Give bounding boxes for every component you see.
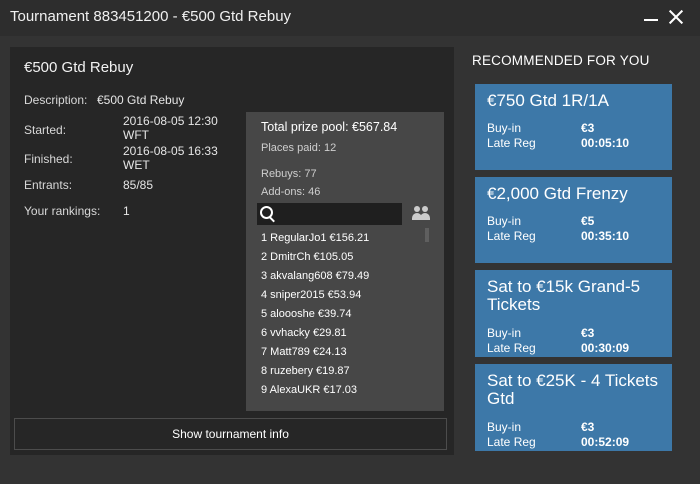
card-title: €2,000 Gtd Frenzy [487,184,628,203]
late-reg-value: 00:52:09 [581,435,630,449]
entrants-value: 85/85 [123,178,154,192]
rankings-value: 1 [123,204,130,218]
recommended-card[interactable]: €2,000 Gtd Frenzy Buy-in €5 Late Reg 00:… [475,177,672,263]
list-item[interactable]: 6 vvhacky €29.81 [261,324,421,343]
buyin-label: Buy-in [487,326,522,340]
total-prize-pool: Total prize pool: €567.84 [261,120,398,134]
recommended-card[interactable]: Sat to €25K - 4 Tickets Gtd Buy-in €3 La… [475,364,672,451]
rankings-scrollbar[interactable] [425,228,429,242]
list-item[interactable]: 2 DmitrCh €105.05 [261,248,421,267]
player-search-input[interactable] [257,203,402,225]
list-item[interactable]: 3 akvalang608 €79.49 [261,267,421,286]
recommended-card[interactable]: €750 Gtd 1R/1A Buy-in €3 Late Reg 00:05:… [475,84,672,170]
description-value: €500 Gtd Rebuy [97,93,185,107]
late-reg-value: 00:05:10 [581,136,630,150]
card-title: Sat to €15k Grand-5 Tickets [487,277,641,314]
minimize-icon[interactable] [641,6,663,28]
buyin-value: €5 [581,214,595,228]
list-item[interactable]: 4 sniper2015 €53.94 [261,286,421,305]
late-reg-value: 00:30:09 [581,341,630,355]
buyin-value: €3 [581,121,595,135]
buyin-label: Buy-in [487,214,522,228]
rebuys-count: Rebuys: 77 [261,168,317,180]
entrants-label: Entrants: [24,178,73,192]
tournament-panel: €500 Gtd Rebuy Description: €500 Gtd Reb… [10,47,454,455]
finished-value: 2016-08-05 16:33 WET [123,144,218,172]
buyin-value: €3 [581,326,595,340]
list-item[interactable]: 7 Matt789 €24.13 [261,343,421,362]
show-tournament-info-button[interactable]: Show tournament info [14,418,447,450]
buyin-label: Buy-in [487,121,522,135]
window-title: Tournament 883451200 - €500 Gtd Rebuy [10,8,292,25]
recommended-header: RECOMMENDED FOR YOU [472,53,650,68]
late-reg-label: Late Reg [487,229,536,243]
card-title: €750 Gtd 1R/1A [487,91,609,110]
finished-label: Finished: [24,152,73,166]
tournament-name: €500 Gtd Rebuy [24,59,134,76]
late-reg-value: 00:35:10 [581,229,630,243]
late-reg-label: Late Reg [487,435,536,449]
card-title: Sat to €25K - 4 Tickets Gtd [487,371,659,408]
prize-pool-box: Total prize pool: €567.84 Places paid: 1… [246,112,444,411]
list-item[interactable]: 1 RegularJo1 €156.21 [261,229,421,248]
close-icon[interactable] [666,6,688,28]
title-bar: Tournament 883451200 - €500 Gtd Rebuy [0,0,700,36]
description-label: Description: [24,93,88,107]
buyin-label: Buy-in [487,420,522,434]
list-item[interactable]: 9 AlexaUKR €17.03 [261,381,421,400]
late-reg-label: Late Reg [487,136,536,150]
list-item[interactable]: 5 aloooshe €39.74 [261,305,421,324]
rankings-list: 1 RegularJo1 €156.21 2 DmitrCh €105.05 3… [261,229,421,400]
started-label: Started: [24,123,67,137]
buyin-value: €3 [581,420,595,434]
places-paid: Places paid: 12 [261,142,337,154]
list-item[interactable]: 8 ruzebery €19.87 [261,362,421,381]
recommended-card[interactable]: Sat to €15k Grand-5 Tickets Buy-in €3 La… [475,270,672,357]
search-icon [260,206,277,223]
users-icon[interactable] [411,205,431,221]
rankings-label: Your rankings: [24,204,101,218]
started-value: 2016-08-05 12:30 WFT [123,114,218,142]
addons-count: Add-ons: 46 [261,186,321,198]
late-reg-label: Late Reg [487,341,536,355]
